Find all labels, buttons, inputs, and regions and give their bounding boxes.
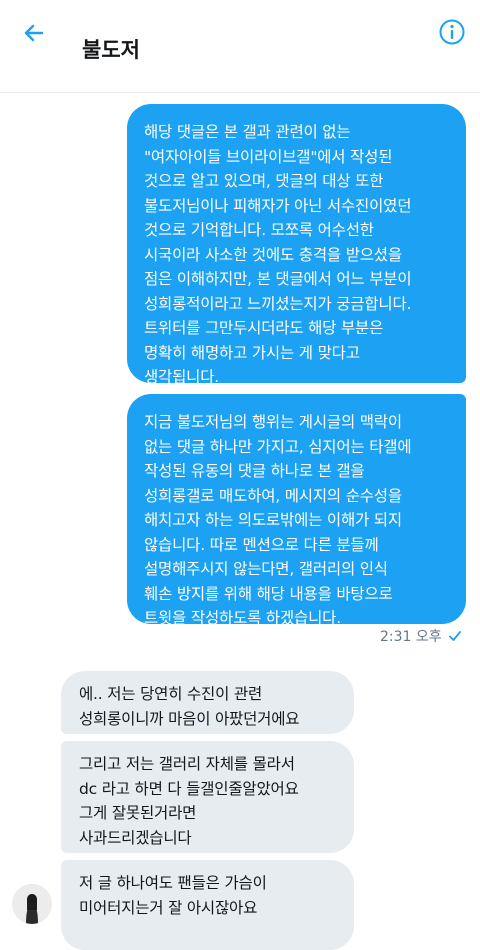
message-meta: 2:31 오후 xyxy=(380,626,462,646)
avatar[interactable] xyxy=(12,884,52,924)
outgoing-message[interactable]: 해당 댓글은 본 갤과 관련이 없는 "여자아이들 브이라이브갤"에서 작성된 … xyxy=(127,104,466,386)
incoming-message[interactable]: 저 글 하나여도 팬들은 가슴이 미어터지는거 잘 아시잖아요 xyxy=(61,860,354,950)
back-button[interactable] xyxy=(14,18,54,48)
avatar-icon xyxy=(12,884,52,924)
conversation-header: 불도저 xyxy=(0,0,480,93)
info-icon xyxy=(439,19,465,45)
incoming-message[interactable]: 그리고 저는 갤러리 자체를 몰라서 dc 라고 하면 다 들갤인줄알았어요 그… xyxy=(61,741,354,853)
incoming-message[interactable]: 에.. 저는 당연히 수진이 관련 성희롱이니까 마음이 아팠던거에요 xyxy=(61,671,354,734)
info-button[interactable] xyxy=(438,18,466,46)
conversation-title: 불도저 xyxy=(82,38,140,62)
check-icon xyxy=(448,631,461,641)
back-arrow-icon xyxy=(24,24,44,42)
outgoing-message[interactable]: 지금 불도저님의 행위는 게시글의 맥락이 없는 댓글 하나만 가지고, 심지어… xyxy=(127,394,466,627)
sent-time: 2:31 오후 xyxy=(380,629,442,645)
